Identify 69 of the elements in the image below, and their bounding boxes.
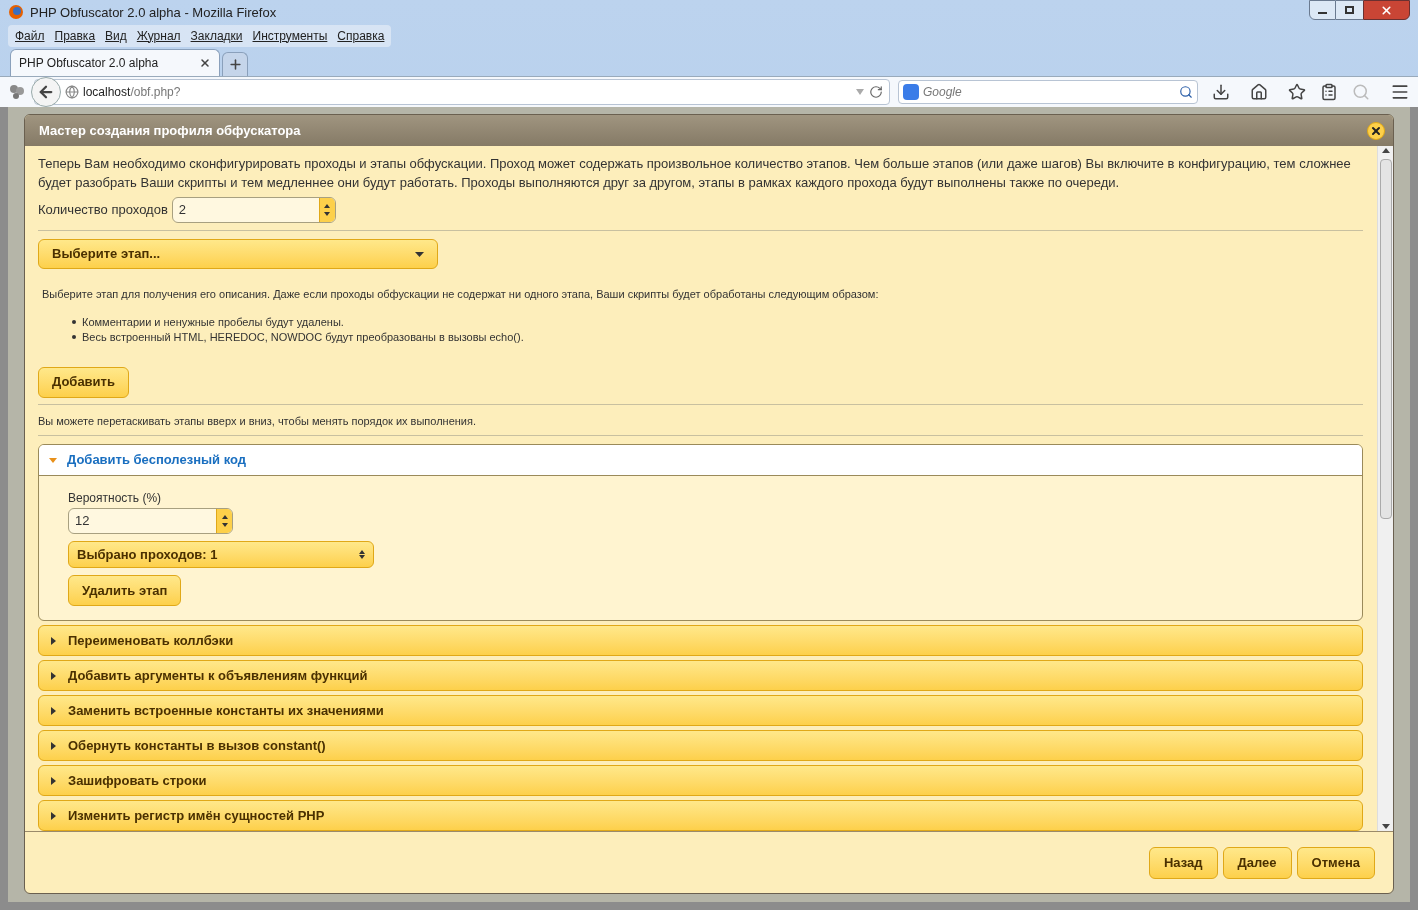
- spin-arrows-icon[interactable]: [318, 198, 335, 222]
- passes-select[interactable]: Выбрано проходов: 1: [68, 541, 374, 568]
- bullet-item: Весь встроенный HTML, HEREDOC, NOWDOC будут преобразованы в вызовы echo().: [72, 329, 1363, 345]
- collapsed-caret-icon: [51, 776, 56, 785]
- passes-label: Количество проходов: [38, 201, 168, 220]
- scrollbar[interactable]: [1377, 146, 1393, 831]
- close-button[interactable]: [1363, 0, 1410, 20]
- add-button[interactable]: Добавить: [38, 366, 129, 398]
- close-icon: [1380, 3, 1393, 17]
- search-icon[interactable]: [1179, 84, 1193, 99]
- home-icon[interactable]: [1250, 82, 1268, 101]
- updown-caret-icon: [359, 550, 365, 559]
- window-title: PHP Obfuscator 2.0 alpha - Mozilla Firefox: [30, 3, 278, 22]
- stage-header[interactable]: Добавить аргументы к объявлениям функций: [38, 660, 1363, 691]
- scroll-up-icon[interactable]: [1381, 148, 1390, 153]
- search-field[interactable]: Google: [898, 79, 1198, 104]
- probability-spinner[interactable]: 12: [68, 508, 233, 534]
- expanded-caret-icon: [49, 457, 57, 463]
- scroll-down-icon[interactable]: [1381, 824, 1390, 829]
- stage-header[interactable]: Изменить регистр имён сущностей PHP: [38, 800, 1363, 831]
- collapsed-caret-icon: [51, 671, 56, 680]
- stage-header[interactable]: Заменить встроенные константы их значениями: [38, 695, 1363, 726]
- stage-note: Выберите этап для получения его описания. Даже если проходы обфускации не содержат ни одного этапа, Ваши скрипты будет обработаны следующим образом:: [42, 287, 880, 302]
- bullet-item: Комментарии и ненужные пробелы будут удалены.: [72, 314, 1363, 330]
- remove-stage-button[interactable]: Удалить этап: [68, 575, 182, 606]
- menu-item[interactable]: Инструменты: [247, 24, 333, 47]
- back-button[interactable]: [31, 76, 61, 107]
- tab-title: PHP Obfuscator 2.0 alpha: [19, 54, 160, 72]
- download-icon[interactable]: [1212, 82, 1230, 101]
- collapsed-caret-icon: [51, 811, 56, 820]
- stage-header[interactable]: Обернуть константы в вызов constant(): [38, 730, 1363, 761]
- menu-item[interactable]: Правка: [49, 24, 101, 47]
- star-icon[interactable]: [1288, 82, 1306, 101]
- drag-note: Вы можете перетаскивать этапы вверх и вниз, чтобы менять порядок их выполнения.: [38, 412, 1363, 436]
- stage-select[interactable]: Выберите этап...: [38, 239, 438, 269]
- menu-item[interactable]: Журнал: [131, 24, 186, 47]
- browser-logo-icon: [8, 4, 24, 21]
- dropdown-caret-icon: [415, 251, 424, 257]
- maximize-button[interactable]: [1336, 0, 1363, 20]
- search-engine-icon[interactable]: [903, 83, 919, 100]
- probability-label: Вероятность (%): [68, 490, 163, 507]
- collapsed-caret-icon: [51, 636, 56, 645]
- collapsed-caret-icon: [51, 741, 56, 750]
- browser-tab[interactable]: PHP Obfuscator 2.0 alpha: [10, 48, 220, 76]
- menu-item[interactable]: Вид: [100, 24, 132, 47]
- passes-spinner[interactable]: 2: [171, 197, 336, 223]
- menu-item[interactable]: Закладки: [185, 24, 248, 47]
- close-icon[interactable]: [199, 56, 211, 69]
- footer-button[interactable]: Назад: [1148, 846, 1218, 879]
- stage-header[interactable]: Зашифровать строки: [38, 765, 1363, 796]
- intro-text: Теперь Вам необходимо сконфигурировать проходы и этапы обфускации. Проход может содержать произвольное количество этапов. Чем больше этапов (или даже шагов) Вы включите в конфигурацию, тем сложнее будет разобрать Ваши скрипты и тем медленнее они будут работать. Проходы выполняются друг за другом, этапы в рамках каждого прохода будут выполнены также по очереди.: [38, 155, 1352, 192]
- close-icon: [1370, 124, 1382, 137]
- close-button[interactable]: [1367, 121, 1385, 140]
- menu-item[interactable]: Справка: [332, 24, 390, 47]
- menu-item[interactable]: Файл: [10, 24, 50, 47]
- minimize-button[interactable]: [1309, 0, 1336, 20]
- dialog-title: Мастер создания профиля обфускатора: [39, 121, 302, 140]
- footer-button[interactable]: Отмена: [1296, 846, 1375, 879]
- plus-icon: [227, 56, 243, 72]
- collapsed-caret-icon: [51, 706, 56, 715]
- stage-header[interactable]: Переименовать коллбэки: [38, 625, 1363, 656]
- footer-button[interactable]: Далее: [1222, 846, 1292, 879]
- spin-arrows-icon[interactable]: [216, 509, 232, 533]
- new-tab-button[interactable]: [222, 51, 248, 76]
- globe-icon: [65, 84, 79, 99]
- reload-icon[interactable]: [869, 84, 883, 99]
- clipboard-icon[interactable]: [1320, 82, 1338, 101]
- stage-header[interactable]: Добавить бесполезный код: [39, 445, 1362, 476]
- puzzle-icon[interactable]: [8, 82, 26, 101]
